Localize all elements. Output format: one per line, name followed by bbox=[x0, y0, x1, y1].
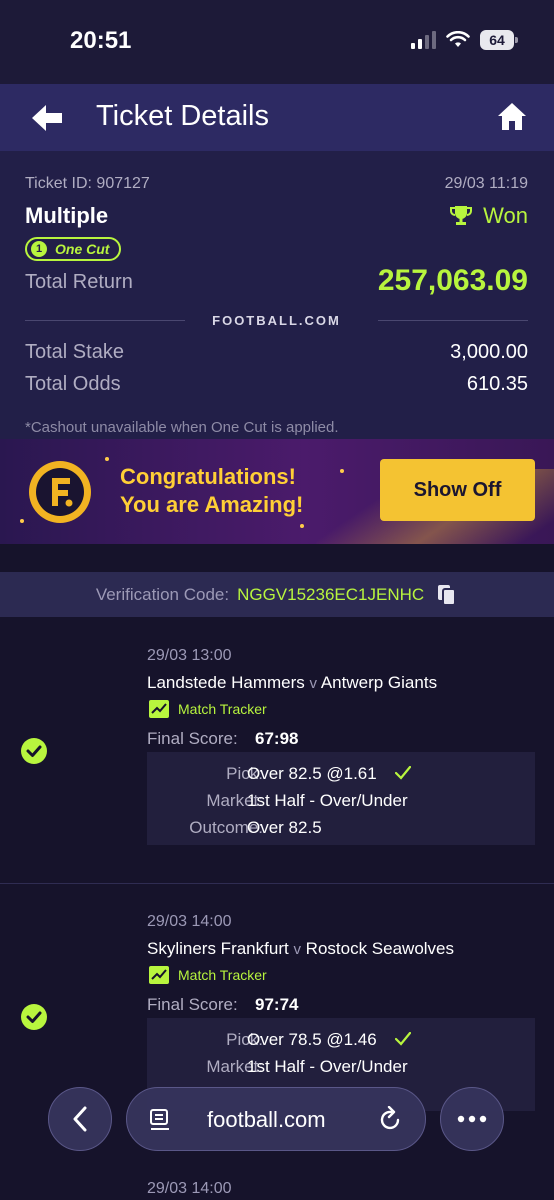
one-cut-label: One Cut bbox=[55, 241, 110, 257]
more-dots-icon bbox=[457, 1115, 487, 1123]
trophy-icon bbox=[450, 206, 473, 225]
cashout-note: *Cashout unavailable when One Cut is app… bbox=[25, 419, 339, 436]
match-item: 29/03 13:00 Landstede Hammers v Antwerp … bbox=[0, 617, 554, 883]
final-score-value: 67:98 bbox=[255, 729, 299, 748]
one-cut-icon: 1 bbox=[31, 241, 47, 257]
won-check-icon bbox=[21, 1004, 47, 1030]
status-time: 20:51 bbox=[70, 27, 132, 54]
match-time: 29/03 13:00 bbox=[147, 647, 232, 664]
final-score-value: 97:74 bbox=[255, 995, 299, 1014]
sparkle-decoration bbox=[300, 524, 304, 528]
signal-icon bbox=[411, 31, 436, 49]
total-return-value: 257,063.09 bbox=[377, 264, 528, 297]
total-return-label: Total Return bbox=[25, 271, 133, 293]
total-stake-value: 3,000.00 bbox=[450, 341, 528, 363]
ticket-status: Won bbox=[449, 203, 528, 229]
match-tracker-label: Match Tracker bbox=[178, 967, 267, 983]
won-check-icon bbox=[21, 738, 47, 764]
congrats-banner: Congratulations! You are Amazing! Show O… bbox=[0, 439, 554, 544]
sparkle-decoration bbox=[105, 457, 109, 461]
reader-mode-icon[interactable] bbox=[149, 1108, 171, 1132]
congrats-line-2: You are Amazing! bbox=[120, 492, 304, 517]
pick-details: Pick: Over 82.5 @1.61 Market: 1st Half -… bbox=[147, 752, 535, 845]
away-team: Rostock Seawolves bbox=[305, 939, 455, 958]
versus: v bbox=[309, 675, 318, 692]
outcome-value: Over 82.5 bbox=[247, 818, 322, 837]
browser-toolbar: football.com bbox=[48, 1087, 504, 1151]
brand-logo-text: FOOTBALL.COM bbox=[212, 313, 341, 328]
page-title: Ticket Details bbox=[96, 100, 269, 132]
match-tracker-link[interactable]: Match Tracker bbox=[149, 966, 267, 984]
market-value: 1st Half - Over/Under bbox=[247, 791, 408, 810]
wifi-icon bbox=[446, 31, 470, 47]
pick-value: Over 78.5 @1.46 bbox=[247, 1030, 377, 1049]
match-tracker-label: Match Tracker bbox=[178, 701, 267, 717]
match-time: 29/03 14:00 bbox=[147, 913, 232, 930]
verification-row: Verification Code: NGGV15236EC1JENHC bbox=[0, 572, 554, 617]
status-icons: 64 bbox=[411, 30, 518, 50]
home-team: Skyliners Frankfurt bbox=[147, 939, 289, 958]
browser-url: football.com bbox=[207, 1107, 326, 1132]
versus: v bbox=[293, 941, 301, 958]
ticket-summary: Ticket ID: 907127 29/03 11:19 Multiple W… bbox=[0, 151, 554, 439]
brand-divider: FOOTBALL.COM bbox=[25, 311, 528, 331]
pick-value: Over 82.5 @1.61 bbox=[247, 764, 377, 783]
browser-back-button[interactable] bbox=[48, 1087, 112, 1151]
congrats-line-1: Congratulations! bbox=[120, 464, 296, 489]
home-icon[interactable] bbox=[496, 100, 528, 134]
final-score-label: Final Score: bbox=[147, 995, 238, 1014]
back-arrow-icon[interactable] bbox=[28, 100, 68, 136]
pick-won-check-icon bbox=[395, 766, 411, 780]
football-logo-icon bbox=[29, 461, 91, 523]
total-odds-value: 610.35 bbox=[466, 373, 528, 395]
browser-more-button[interactable] bbox=[440, 1087, 504, 1151]
browser-address-bar[interactable]: football.com bbox=[126, 1087, 426, 1151]
chart-icon bbox=[149, 966, 169, 984]
ticket-type: Multiple bbox=[25, 203, 109, 228]
reload-icon[interactable] bbox=[379, 1106, 403, 1132]
total-stake-label: Total Stake bbox=[25, 341, 124, 363]
copy-icon[interactable] bbox=[436, 584, 458, 606]
sparkle-decoration bbox=[20, 519, 24, 523]
verification-label: Verification Code: bbox=[95, 584, 230, 604]
chart-icon bbox=[149, 700, 169, 718]
away-team: Antwerp Giants bbox=[320, 673, 438, 692]
congrats-text: Congratulations! You are Amazing! bbox=[120, 463, 303, 519]
chevron-left-icon bbox=[73, 1106, 87, 1132]
battery-icon: 64 bbox=[480, 30, 518, 50]
match-tracker-link[interactable]: Match Tracker bbox=[149, 700, 267, 718]
match-teams: Skyliners Frankfurt v Rostock Seawolves bbox=[147, 939, 454, 959]
sparkle-decoration bbox=[340, 469, 344, 473]
total-odds-label: Total Odds bbox=[25, 373, 121, 395]
divider-line bbox=[25, 320, 185, 321]
match-teams: Landstede Hammers v Antwerp Giants bbox=[147, 673, 437, 693]
match-time: 29/03 14:00 bbox=[147, 1180, 232, 1197]
pick-won-check-icon bbox=[395, 1032, 411, 1046]
verification-code: NGGV15236EC1JENHC bbox=[237, 584, 425, 604]
home-team: Landstede Hammers bbox=[147, 673, 305, 692]
one-cut-badge: 1 One Cut bbox=[25, 237, 122, 261]
ticket-id: Ticket ID: 907127 bbox=[25, 175, 150, 192]
app-header: Ticket Details bbox=[0, 84, 554, 151]
market-value: 1st Half - Over/Under bbox=[247, 1057, 408, 1076]
status-bar: 20:51 64 bbox=[0, 0, 554, 84]
ticket-status-text: Won bbox=[483, 203, 528, 228]
divider-line bbox=[378, 320, 528, 321]
show-off-button[interactable]: Show Off bbox=[380, 459, 535, 521]
final-score-label: Final Score: bbox=[147, 729, 238, 748]
ticket-date: 29/03 11:19 bbox=[444, 175, 528, 192]
